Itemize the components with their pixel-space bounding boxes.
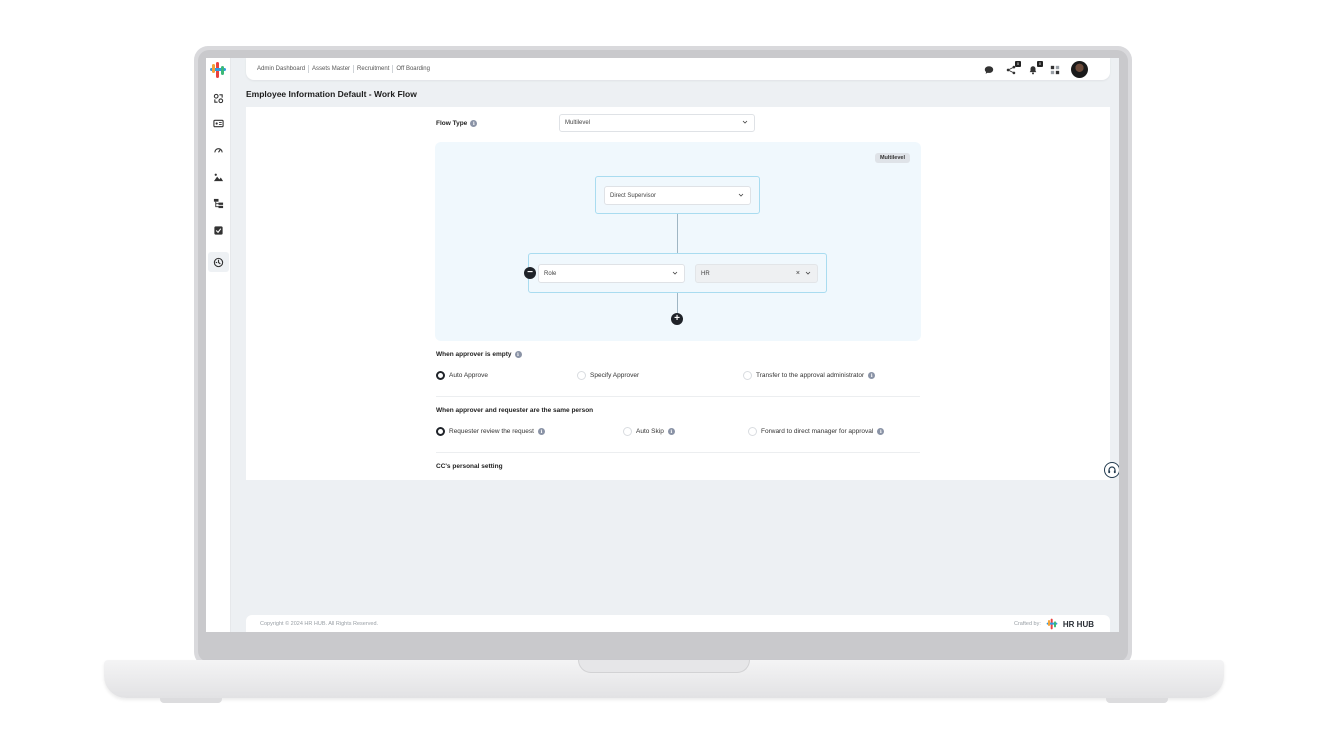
divider <box>436 452 920 453</box>
same-person-label: When approver and requester are the same… <box>436 407 593 414</box>
approver-1-select[interactable]: Direct Supervisor <box>604 186 751 205</box>
radio-button[interactable] <box>623 427 632 436</box>
radio-transfer-admin[interactable]: Transfer to the approval administrator i <box>743 371 876 380</box>
radio-label: Transfer to the approval administrator <box>756 372 865 379</box>
approver-empty-label: When approver is empty i <box>436 351 522 358</box>
notification-bell-icon[interactable]: 0 <box>1027 60 1043 76</box>
header-actions: 0 0 <box>983 60 1088 78</box>
radio-requester-review[interactable]: Requester review the request i <box>436 427 545 436</box>
crafted-by-label: Crafted by: <box>1013 621 1041 627</box>
flow-connector-1 <box>677 214 678 253</box>
flow-diagram: Multilevel Direct Supervisor Role HR × −… <box>435 142 921 341</box>
chevron-down-icon <box>805 270 811 276</box>
cc-setting-label: CC's personal setting <box>436 463 503 470</box>
share-badge: 0 <box>1015 60 1021 67</box>
headset-icon <box>1108 466 1116 474</box>
divider <box>436 396 920 397</box>
laptop-foot-right <box>1106 698 1168 703</box>
top-header: Admin Dashboard Assets Master Recruitmen… <box>246 58 1110 80</box>
laptop-notch <box>578 660 750 673</box>
flow-type-badge: Multilevel <box>874 153 910 163</box>
radio-forward-manager[interactable]: Forward to direct manager for approval i <box>748 427 885 436</box>
flow-type-label-text: Flow Type <box>436 120 468 127</box>
breadcrumb-admin-dashboard[interactable]: Admin Dashboard <box>254 65 310 73</box>
org-chart-icon[interactable] <box>211 196 225 210</box>
checkbox-task-icon[interactable] <box>211 223 225 237</box>
hrhub-logo-icon <box>1046 618 1058 630</box>
breadcrumb-off-boarding[interactable]: Off Boarding <box>393 65 433 73</box>
footer: Copyright © 2024 HR HUB. All Rights Rese… <box>246 615 1110 632</box>
add-node-button[interactable]: + <box>671 313 683 325</box>
radio-label: Requester review the request <box>449 428 534 435</box>
flow-type-select[interactable]: Multilevel <box>559 114 755 132</box>
info-icon[interactable]: i <box>877 428 885 435</box>
chevron-down-icon <box>738 192 744 198</box>
support-headset-button[interactable] <box>1104 462 1119 478</box>
radio-label: Auto Approve <box>449 372 489 379</box>
radio-button[interactable] <box>748 427 757 436</box>
chevron-down-icon <box>672 270 678 276</box>
users-switch-icon[interactable] <box>211 91 225 105</box>
info-icon[interactable]: i <box>514 351 522 358</box>
radio-label: Forward to direct manager for approval <box>761 428 874 435</box>
avatar[interactable] <box>1071 61 1088 78</box>
landscape-icon[interactable] <box>211 170 225 184</box>
app-screen: Admin Dashboard Assets Master Recruitmen… <box>206 58 1119 632</box>
approver-1-value: Direct Supervisor <box>610 192 657 199</box>
sidebar <box>206 58 231 632</box>
approver-node-1: Direct Supervisor <box>595 176 760 214</box>
bell-badge: 0 <box>1037 60 1043 67</box>
radio-label: Auto Skip <box>636 428 664 435</box>
radio-button-selected[interactable] <box>436 427 445 436</box>
radio-auto-skip[interactable]: Auto Skip i <box>623 427 675 436</box>
id-card-icon[interactable] <box>211 116 225 130</box>
breadcrumb-assets-master[interactable]: Assets Master <box>309 65 355 73</box>
brand-name[interactable]: HR HUB <box>1063 620 1094 629</box>
apps-grid-icon[interactable] <box>1049 64 1061 76</box>
workflow-card: Flow Type i Multilevel Multilevel Direct… <box>246 107 1110 480</box>
workflow-settings-icon[interactable] <box>208 252 229 272</box>
cc-setting-label-text: CC's personal setting <box>436 463 503 470</box>
chevron-down-icon <box>742 119 748 125</box>
chat-icon[interactable] <box>983 64 995 76</box>
remove-node-button[interactable]: − <box>524 267 536 279</box>
info-icon[interactable]: i <box>537 428 545 435</box>
flow-connector-2 <box>677 293 678 313</box>
info-icon[interactable]: i <box>868 372 876 379</box>
same-person-label-text: When approver and requester are the same… <box>436 407 594 414</box>
page-title: Employee Information Default - Work Flow <box>246 89 417 99</box>
flow-type-label: Flow Type i <box>436 120 478 127</box>
approver-role-select[interactable]: HR × <box>695 264 818 283</box>
approver-type-value: Role <box>544 270 557 277</box>
flow-type-value: Multilevel <box>565 120 591 126</box>
approver-empty-label-text: When approver is empty <box>436 351 512 358</box>
info-icon[interactable]: i <box>470 120 478 127</box>
crafted-by: Crafted by: HR HUB <box>1014 618 1094 630</box>
approver-role-value: HR <box>701 270 710 277</box>
share-network-icon[interactable]: 0 <box>1005 60 1021 76</box>
clear-icon[interactable]: × <box>796 270 800 278</box>
approver-type-select[interactable]: Role <box>538 264 685 283</box>
laptop-foot-left <box>160 698 222 703</box>
radio-specify-approver[interactable]: Specify Approver <box>577 371 639 380</box>
breadcrumb-recruitment[interactable]: Recruitment <box>354 65 394 73</box>
radio-button-selected[interactable] <box>436 371 445 380</box>
radio-button[interactable] <box>577 371 586 380</box>
radio-button[interactable] <box>743 371 752 380</box>
radio-auto-approve[interactable]: Auto Approve <box>436 371 488 380</box>
dashboard-gauge-icon[interactable] <box>211 143 225 157</box>
approver-node-2: Role HR × <box>528 253 827 293</box>
radio-label: Specify Approver <box>590 372 640 379</box>
copyright-text: Copyright © 2024 HR HUB. All Rights Rese… <box>260 621 379 627</box>
breadcrumb: Admin Dashboard Assets Master Recruitmen… <box>254 65 433 73</box>
info-icon[interactable]: i <box>667 428 675 435</box>
hrhub-logo-icon[interactable] <box>208 61 228 79</box>
